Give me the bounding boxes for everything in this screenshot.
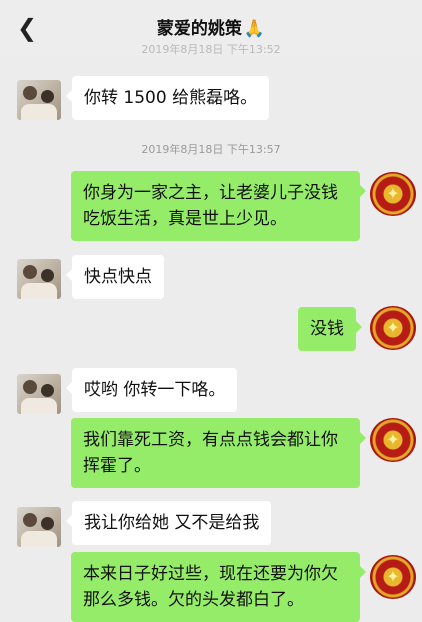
contact-avatar[interactable] <box>17 374 61 414</box>
contact-avatar[interactable] <box>17 80 61 120</box>
message-text: 我们靠死工资，有点点钱会都让你 <box>83 430 338 450</box>
message-bubble-received[interactable]: 哎哟 你转一下咯。 <box>65 368 238 412</box>
message-text: 那么多钱。欠的头发都白了。 <box>83 590 304 610</box>
chat-title: 蒙爱的姚策 🙏 <box>0 14 422 39</box>
message-text: 挥霍了。 <box>83 456 151 476</box>
message-text: 你身为一家之主，让老婆儿子没钱 <box>83 183 338 203</box>
message-text: 你转 1500 给熊磊咯。 <box>84 88 258 108</box>
message-text: 快点快点 <box>84 267 152 287</box>
chat-title-text: 蒙爱的姚策 <box>156 19 242 39</box>
message-bubble-received[interactable]: 快点快点 <box>66 255 164 299</box>
message-text: 本来日子好过些，现在还要为你欠 <box>83 564 338 584</box>
message-text: 没钱 <box>310 319 344 339</box>
message-bubble-received[interactable]: 我让你给她 又不是给我 <box>65 501 272 545</box>
contact-avatar[interactable] <box>17 259 61 299</box>
timestamp: 2019年8月18日 下午13:52 <box>141 43 281 56</box>
message-bubble-received[interactable]: 你转 1500 给熊磊咯。 <box>65 76 270 120</box>
contact-avatar[interactable] <box>17 507 61 547</box>
self-avatar[interactable]: ✦ <box>370 306 416 350</box>
self-avatar[interactable]: ✦ <box>370 172 416 216</box>
message-text: 哎哟 你转一下咯。 <box>84 380 226 400</box>
self-avatar[interactable]: ✦ <box>370 555 416 599</box>
message-bubble-sent[interactable]: 本来日子好过些，现在还要为你欠 那么多钱。欠的头发都白了。 <box>71 552 366 622</box>
message-bubble-sent[interactable]: 没钱 <box>298 307 362 351</box>
message-text: 吃饭生活，真是世上少见。 <box>83 209 287 229</box>
self-avatar[interactable]: ✦ <box>370 418 416 462</box>
message-bubble-sent[interactable]: 你身为一家之主，让老婆儿子没钱 吃饭生活，真是世上少见。 <box>71 171 366 241</box>
message-text: 我让你给她 又不是给我 <box>84 513 260 533</box>
praying-hands-emoji: 🙏 <box>243 19 266 39</box>
timestamp: 2019年8月18日 下午13:57 <box>141 143 281 156</box>
message-bubble-sent[interactable]: 我们靠死工资，有点点钱会都让你 挥霍了。 <box>71 418 366 488</box>
